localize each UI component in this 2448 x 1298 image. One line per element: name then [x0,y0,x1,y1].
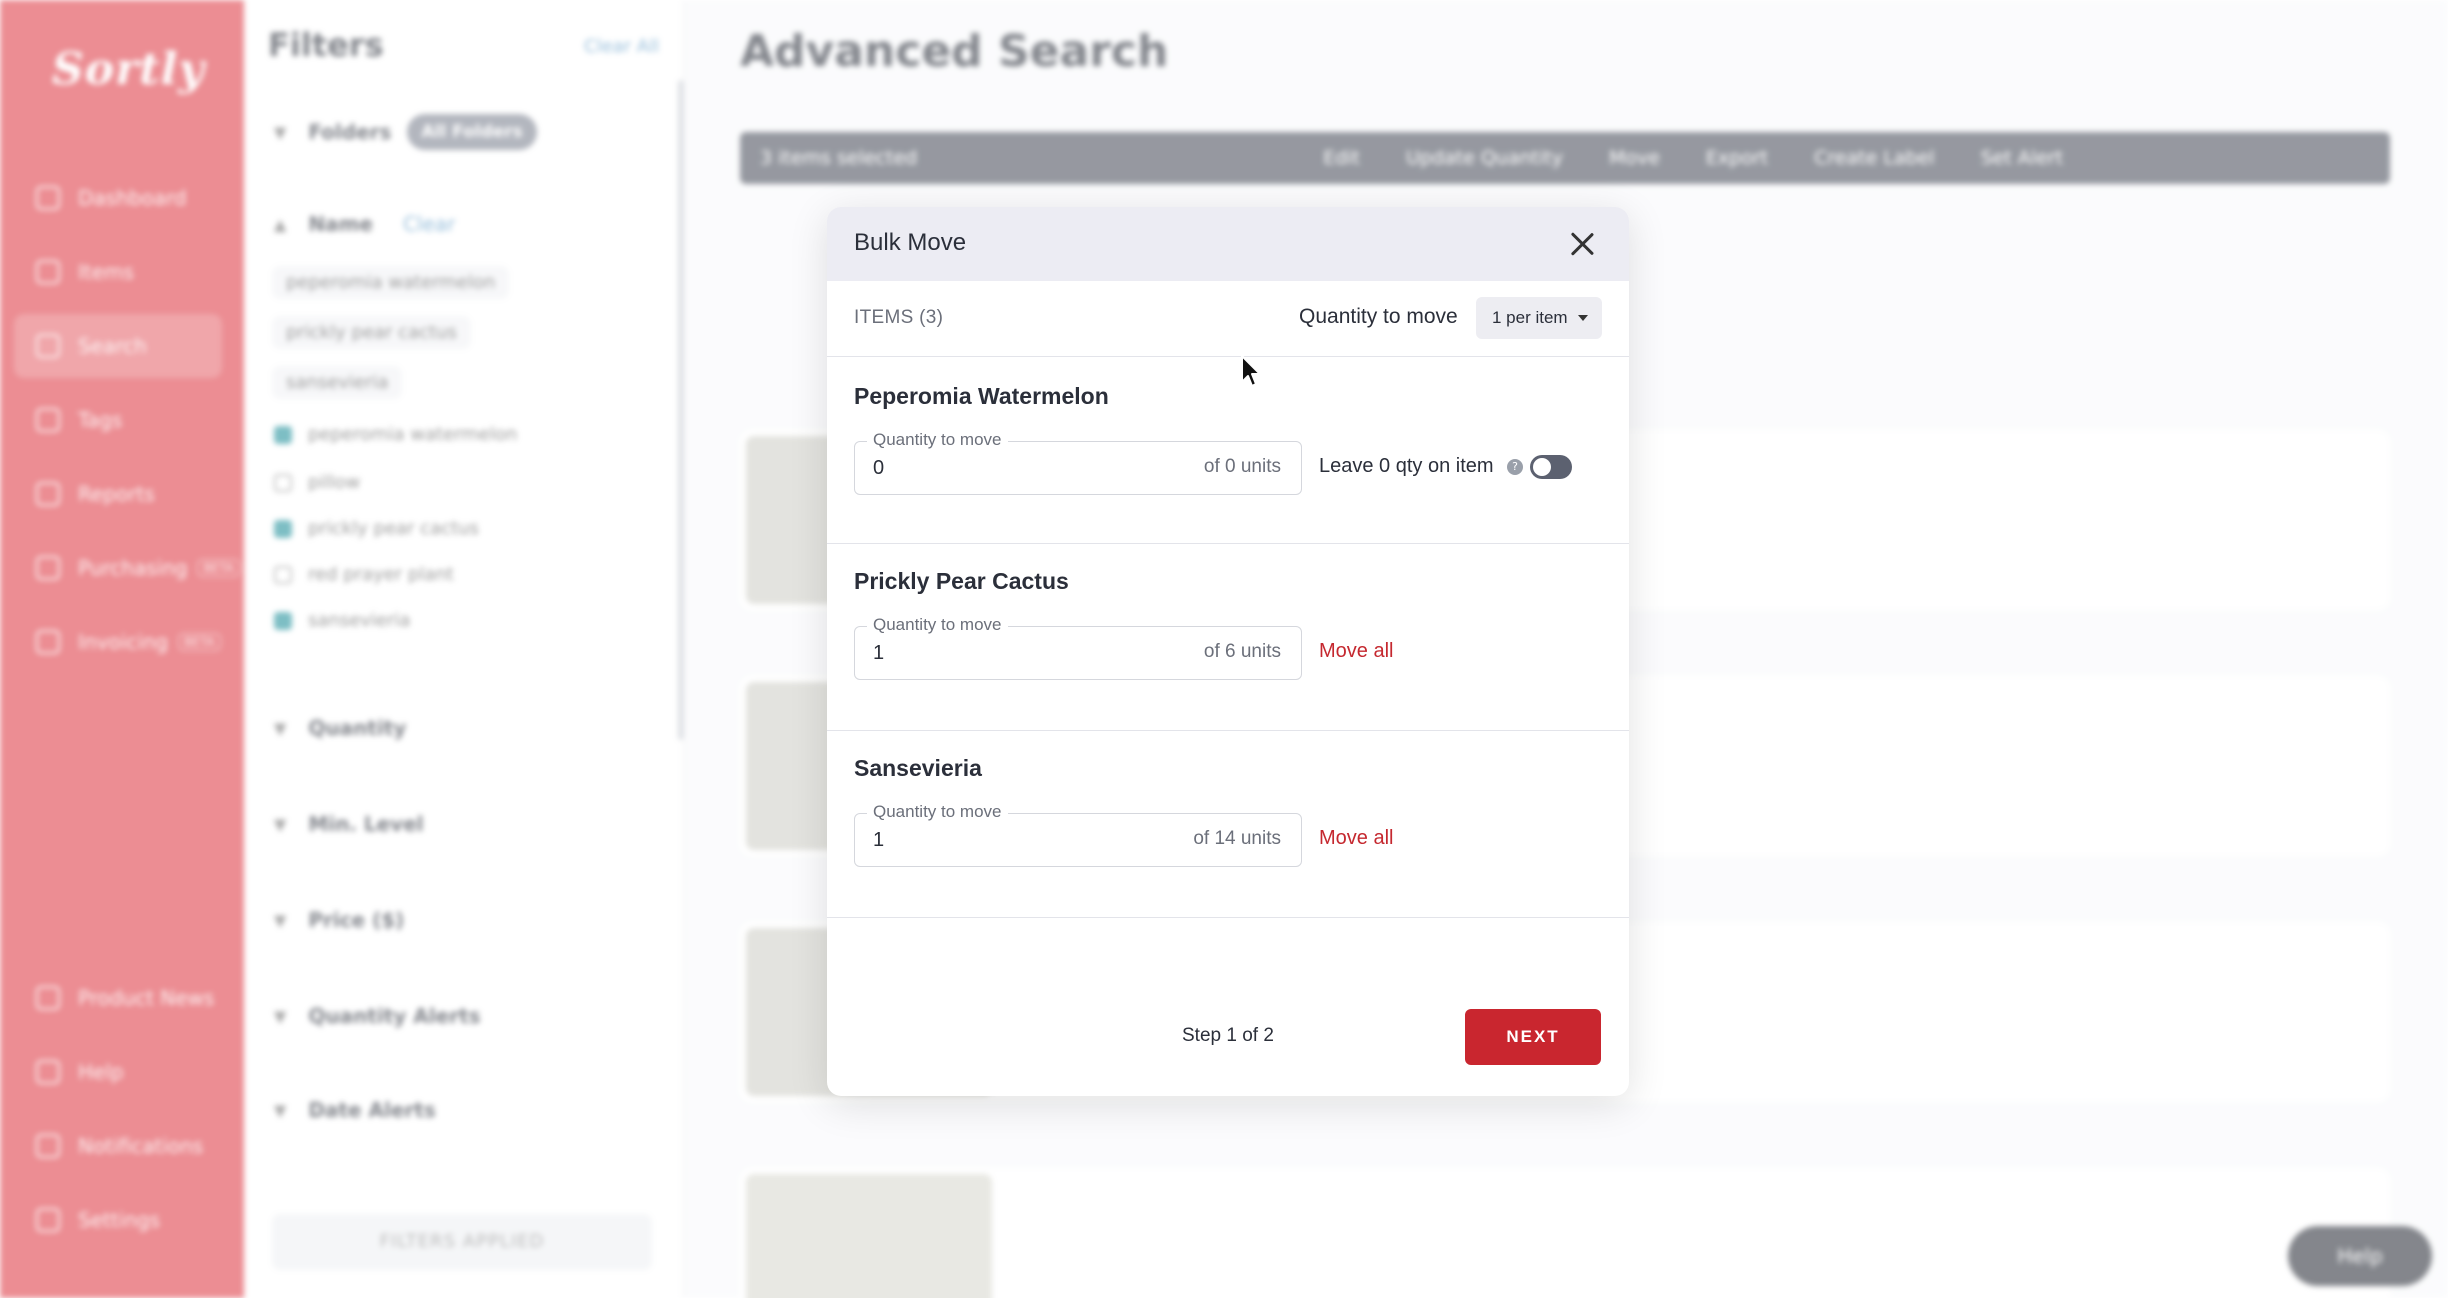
items-count: ITEMS (3) [854,307,944,328]
quantity-field-label: Quantity to move [867,430,1008,450]
quantity-field-label: Quantity to move [867,802,1008,822]
units-available: of 14 units [1193,828,1281,849]
move-item-section: Prickly Pear Cactus Quantity to move of … [827,544,1629,731]
units-available: of 0 units [1203,456,1281,477]
step-indicator: Step 1 of 2 [1182,1025,1274,1046]
units-available: of 6 units [1203,641,1281,662]
mouse-pointer-icon [1241,355,1261,387]
quantity-to-move-label: Quantity to move [1299,305,1458,328]
modal-header: Bulk Move [827,207,1629,281]
toggle-knob [1533,458,1551,476]
item-name: Sansevieria [854,755,982,781]
caret-down-icon [1577,315,1588,321]
item-name: Peperomia Watermelon [854,383,1109,409]
quantity-input[interactable] [873,826,1113,854]
move-all-button[interactable]: Move all [1319,640,1393,663]
help-circle-icon[interactable]: ? [1507,459,1523,475]
next-button[interactable]: NEXT [1465,1009,1601,1065]
quantity-field[interactable]: Quantity to move of 14 units [854,802,1302,867]
quantity-input[interactable] [873,639,1113,667]
bulk-move-modal: Bulk Move ITEMS (3) Quantity to move 1 p… [827,207,1629,1096]
move-item-section: Peperomia Watermelon Quantity to move of… [827,357,1629,544]
modal-subheader: ITEMS (3) Quantity to move 1 per item [827,281,1629,357]
item-name: Prickly Pear Cactus [854,568,1069,594]
move-item-section: Sansevieria Quantity to move of 14 units… [827,731,1629,918]
quantity-input[interactable] [873,454,1113,482]
move-all-button[interactable]: Move all [1319,827,1393,850]
leave-zero-toggle[interactable] [1530,455,1572,479]
quantity-field[interactable]: Quantity to move of 6 units [854,615,1302,680]
quantity-field[interactable]: Quantity to move of 0 units [854,430,1302,495]
quantity-field-label: Quantity to move [867,615,1008,635]
quantity-mode-select[interactable]: 1 per item [1476,297,1602,339]
close-icon[interactable] [1567,229,1597,259]
modal-title: Bulk Move [854,229,967,256]
leave-zero-label: Leave 0 qty on item [1319,455,1494,477]
